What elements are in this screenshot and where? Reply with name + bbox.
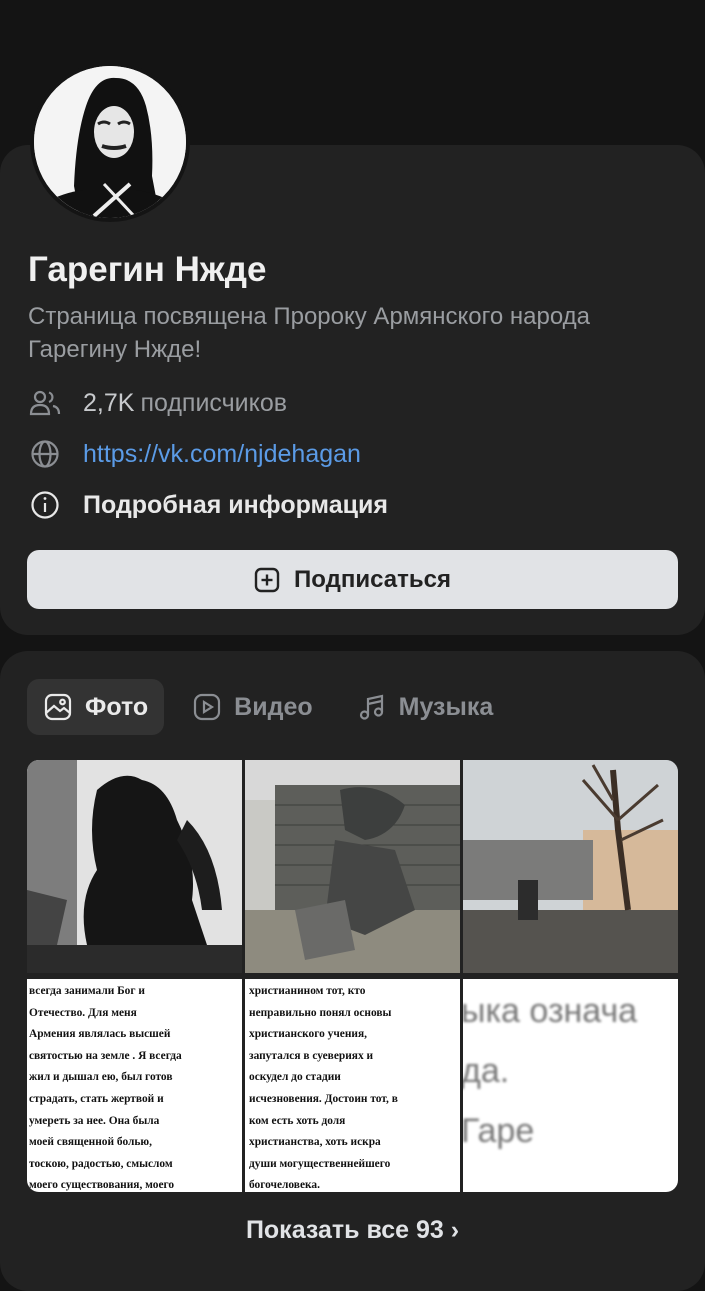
tab-label: Видео (234, 692, 313, 721)
tab-music[interactable]: Музыка (341, 679, 510, 735)
photo-quote-text: христианином тот, кто неправильно понял … (249, 985, 398, 1192)
subscribers-count: 2,7K (83, 388, 135, 417)
details-label: Подробная информация (83, 490, 388, 519)
photo-quote-text: всегда занимали Бог и Отечество. Для мен… (29, 985, 182, 1192)
photo-thumbnail[interactable] (27, 760, 242, 973)
tab-label: Музыка (398, 692, 494, 721)
avatar-image (34, 66, 186, 218)
music-note-icon (359, 694, 383, 720)
photo-quote-text: ыка означа да. Гаре (463, 992, 638, 1150)
subscribers-label: подписчиков (140, 388, 288, 417)
show-all-link[interactable]: Показать все 93 › (0, 1216, 705, 1245)
subscribe-button[interactable]: Подписаться (27, 550, 678, 609)
info-icon (28, 488, 62, 522)
plus-square-icon (254, 567, 280, 592)
photo-grid: всегда занимали Бог и Отечество. Для мен… (27, 760, 678, 1192)
video-icon (194, 693, 221, 721)
users-icon (28, 386, 62, 420)
subscribers-row[interactable]: 2,7K подписчиков (28, 386, 287, 420)
media-tabs: Фото Видео Музыка (27, 679, 521, 735)
details-row[interactable]: Подробная информация (28, 488, 388, 522)
page-title: Гарегин Нжде (28, 250, 267, 289)
photo-thumbnail[interactable] (245, 760, 460, 973)
avatar[interactable] (30, 62, 190, 222)
photo-thumbnail[interactable]: всегда занимали Бог и Отечество. Для мен… (27, 979, 242, 1192)
photo-thumbnail[interactable]: ыка означа да. Гаре (463, 979, 678, 1192)
website-link[interactable]: https://vk.com/njdehagan (83, 440, 361, 469)
tab-photos[interactable]: Фото (27, 679, 165, 735)
tab-videos[interactable]: Видео (176, 679, 328, 735)
subscribe-label: Подписаться (294, 565, 451, 593)
photo-thumbnail[interactable] (463, 760, 678, 973)
photo-thumbnail[interactable]: христианином тот, кто неправильно понял … (245, 979, 460, 1192)
globe-icon (28, 437, 62, 471)
tab-label: Фото (85, 692, 149, 721)
photo-icon (44, 693, 72, 721)
page-description: Страница посвящена Пророку Армянского на… (28, 303, 591, 363)
website-row[interactable]: https://vk.com/njdehagan (28, 437, 361, 471)
